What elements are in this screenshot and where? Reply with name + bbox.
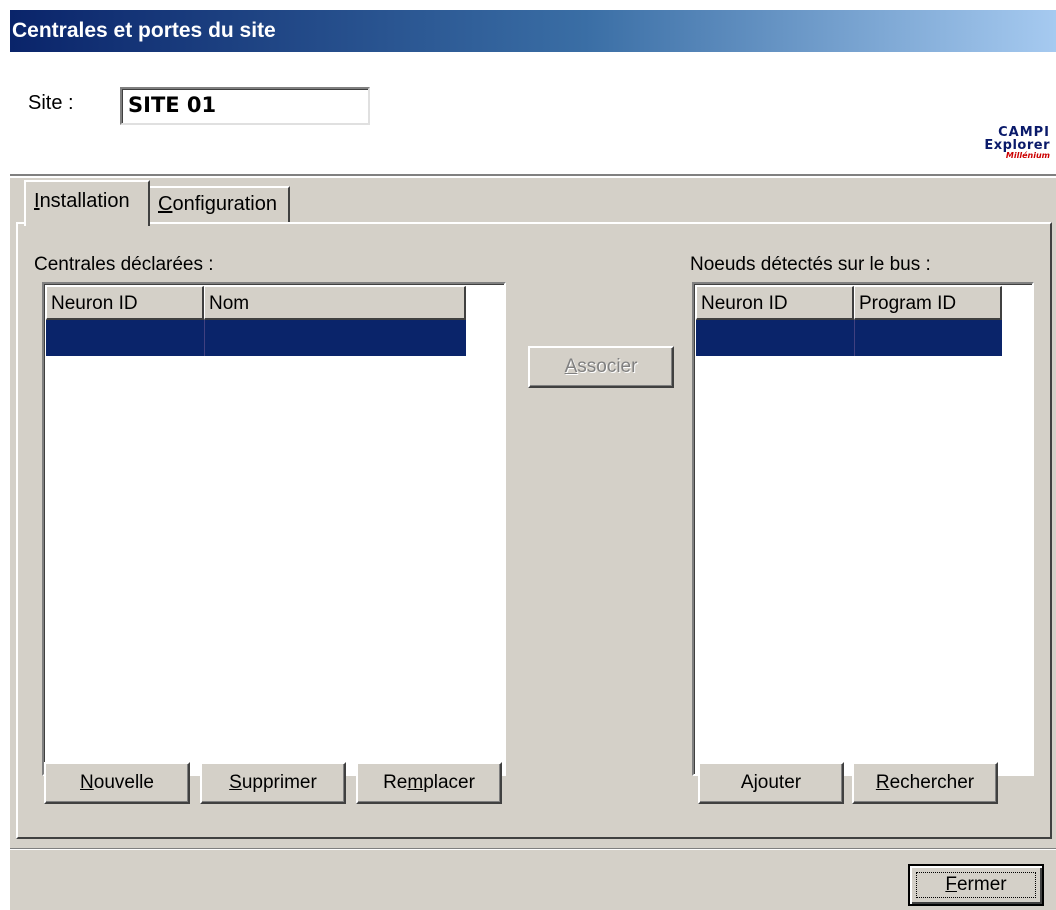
nouvelle-label: ouvelle [93,772,154,793]
detected-list[interactable]: Neuron ID Program ID [692,282,1034,776]
supprimer-label: upprimer [241,772,317,793]
detected-label: Noeuds détectés sur le bus : [690,254,931,275]
tab-configuration-accel: C [158,193,173,215]
site-label: Site : [28,92,74,114]
associer-label: ssocier [577,356,638,377]
declared-col-nom[interactable]: Nom [204,286,466,320]
supprimer-button[interactable]: Supprimer [200,762,346,804]
associer-accel: A [564,356,578,377]
remplacer-accel: m [407,772,424,793]
tab-installation[interactable]: Installation [24,180,150,226]
tab-installation-label: nstallation [39,190,130,212]
rechercher-label: echercher [889,772,975,793]
detected-col-neuron-id[interactable]: Neuron ID [696,286,854,320]
installation-panel: Centrales déclarées : Neuron ID Nom Asso… [16,222,1052,839]
remplacer-button[interactable]: Remplacer [356,762,502,804]
nouvelle-accel: N [80,772,94,793]
ajouter-label: Ajouter [740,772,802,793]
tab-configuration[interactable]: Configuration [148,186,290,222]
rechercher-accel: R [875,772,890,793]
table-row[interactable] [46,320,466,356]
nouvelle-button[interactable]: Nouvelle [44,762,190,804]
window-title: Centrales et portes du site [12,19,276,42]
remplacer-label-pre: Re [383,772,408,793]
remplacer-label: placer [423,772,475,793]
ajouter-button[interactable]: Ajouter [698,762,844,804]
site-header: Site : SITE 01 CAMPI Explorer Millénium [10,52,1056,178]
supprimer-accel: S [229,772,242,793]
declared-col-neuron-id[interactable]: Neuron ID [46,286,204,320]
associer-button[interactable]: Associer [528,346,674,388]
dialog-window: Centrales et portes du site Site : SITE … [10,10,1056,910]
tab-configuration-label: onfiguration [172,193,277,215]
declared-list[interactable]: Neuron ID Nom [42,282,506,776]
footer-separator [10,848,1056,850]
declared-label: Centrales déclarées : [34,254,214,275]
campi-explorer-logo: CAMPI Explorer Millénium [984,125,1050,160]
rechercher-button[interactable]: Rechercher [852,762,998,804]
title-bar[interactable]: Centrales et portes du site [10,10,1056,52]
table-row[interactable] [696,320,1002,356]
detected-col-program-id[interactable]: Program ID [854,286,1002,320]
site-field[interactable]: SITE 01 [120,87,370,125]
fermer-button[interactable]: Fermer [908,864,1044,906]
